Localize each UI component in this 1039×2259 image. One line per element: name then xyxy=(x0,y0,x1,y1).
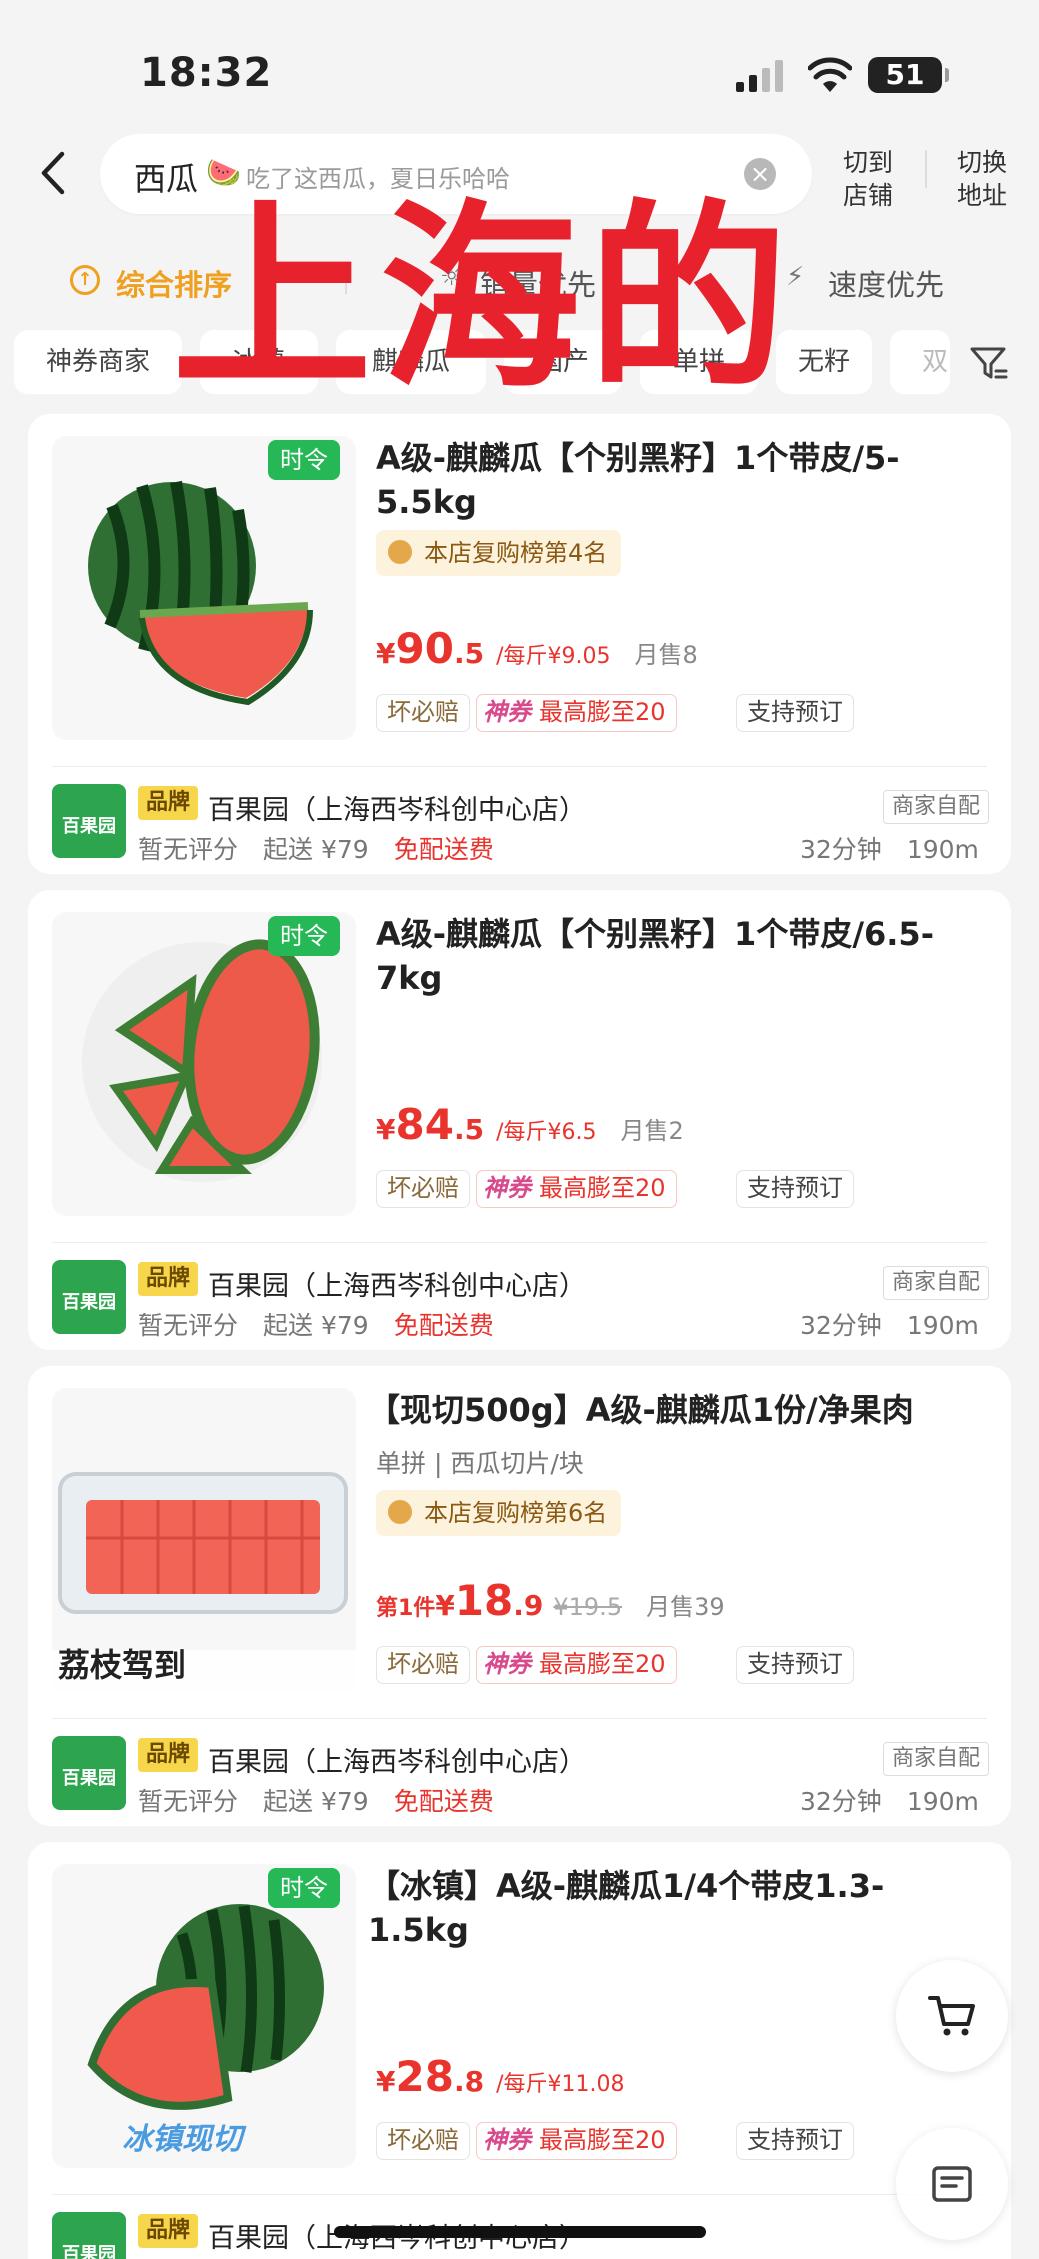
delivery-type-badge: 商家自配 xyxy=(883,1742,990,1776)
brand-badge: 品牌 xyxy=(138,2214,199,2248)
scan-button[interactable] xyxy=(896,2128,1008,2240)
cart-icon xyxy=(928,1996,975,2036)
product-title: 【现切500g】A级-麒麟瓜1份/净果肉 xyxy=(368,1391,914,1429)
store-name[interactable]: 百果园（上海西岑科创中心店） xyxy=(208,1264,586,1303)
delivery-type-badge: 商家自配 xyxy=(883,1266,990,1300)
cart-button[interactable] xyxy=(896,1960,1008,2072)
price-decimal: .9 xyxy=(513,1589,544,1622)
preorder-tag: 支持预订 xyxy=(736,694,854,732)
guarantee-tag: 坏必赔 xyxy=(376,694,470,732)
coupon-tag: 神券 最高膨至20 xyxy=(476,1170,677,1208)
unit-price: /每斤¥11.08 xyxy=(496,2072,625,2097)
unit-price: /每斤¥9.05 xyxy=(496,644,611,669)
price-integer: 18 xyxy=(454,1576,514,1625)
product-card[interactable]: 冰镇现切 时令 【冰镇】A级-麒麟瓜1/4个带皮1.3-1.5kg ¥28.8/… xyxy=(28,1842,1011,2259)
product-title: A级-麒麟瓜【个别黑籽】1个带皮/5-5.5kg xyxy=(376,439,900,521)
seasonal-badge: 时令 xyxy=(268,1868,340,1908)
price-row: ¥28.8/每斤¥11.08 xyxy=(376,2052,625,2101)
guarantee-tag: 坏必赔 xyxy=(376,2122,470,2160)
price-row: ¥84.5/每斤¥6.5 月售2 xyxy=(376,1100,684,1149)
to-store-button[interactable]: 切到 店铺 xyxy=(836,146,900,212)
product-image xyxy=(52,436,356,740)
price-row: ¥90.5/每斤¥9.05 月售8 xyxy=(376,624,698,673)
repurchase-rank-badge: 本店复购榜第4名 xyxy=(376,530,622,576)
store-meta: 暂无评分 起送 ¥79 免配送费 xyxy=(138,1787,494,1816)
monthly-sales: 月售39 xyxy=(646,1593,725,1621)
price-row: 第1件¥18.9 ¥19.5 月售39 xyxy=(376,1576,725,1625)
first-item-label: 第1件 xyxy=(376,1596,436,1621)
brand-badge: 品牌 xyxy=(138,786,199,820)
divider xyxy=(52,1242,987,1243)
price-decimal: .8 xyxy=(453,2065,485,2098)
store-logo: 百果园 xyxy=(52,2212,126,2259)
store-meta: 暂无评分 起送 ¥79 免配送费 xyxy=(138,835,494,864)
repurchase-rank-badge: 本店复购榜第6名 xyxy=(376,1490,622,1536)
price-integer: 28 xyxy=(395,2052,454,2101)
coupon-tag: 神券 最高膨至20 xyxy=(476,694,677,732)
product-card[interactable]: 时令 A级-麒麟瓜【个别黑籽】1个带皮/6.5-7kg ¥84.5/每斤¥6.5… xyxy=(28,890,1011,1350)
switch-address-button[interactable]: 切换 地址 xyxy=(950,146,1014,212)
sort-up-icon: ↑ xyxy=(70,265,100,295)
brand-badge: 品牌 xyxy=(138,1738,199,1772)
seasonal-badge: 时令 xyxy=(268,916,340,956)
wifi-icon xyxy=(808,57,852,92)
guarantee-tag: 坏必赔 xyxy=(376,1170,470,1208)
eta-distance: 32分钟 190m xyxy=(800,835,979,864)
store-logo: 百果园 xyxy=(52,784,126,858)
eta-distance: 32分钟 190m xyxy=(800,1311,979,1340)
product-image: 冰镇现切 xyxy=(52,1864,356,2168)
preorder-tag: 支持预订 xyxy=(736,1646,854,1684)
unit-price: /每斤¥6.5 xyxy=(496,1120,597,1145)
price-decimal: .5 xyxy=(453,1113,485,1146)
filter-icon[interactable] xyxy=(968,343,1008,383)
promo-text: 荔枝驾到 xyxy=(58,1646,187,1684)
coupon-tag: 神券 最高膨至20 xyxy=(476,2122,677,2160)
store-logo: 百果园 xyxy=(52,1736,126,1810)
overlay-caption: 上海的 xyxy=(172,183,797,416)
filter-chip[interactable]: 神券商家 xyxy=(14,330,182,394)
signal-icon xyxy=(736,60,783,92)
coupon-tag: 神券 最高膨至20 xyxy=(476,1646,677,1684)
status-time: 18:32 xyxy=(140,50,273,96)
battery-indicator: 51 xyxy=(868,57,949,93)
price-decimal: .5 xyxy=(453,637,485,670)
back-icon[interactable] xyxy=(36,150,72,196)
divider xyxy=(925,150,927,188)
scan-icon xyxy=(932,2166,972,2202)
divider xyxy=(52,766,987,767)
preorder-tag: 支持预订 xyxy=(736,2122,854,2160)
product-card[interactable]: 荔枝驾到 【现切500g】A级-麒麟瓜1份/净果肉 单拼 | 西瓜切片/块 本店… xyxy=(28,1366,1011,1826)
brand-badge: 品牌 xyxy=(138,1262,199,1296)
divider xyxy=(52,1718,987,1719)
promo-text: 冰镇现切 xyxy=(122,2122,242,2157)
home-indicator xyxy=(334,2226,706,2238)
store-name[interactable]: 百果园（上海西岑科创中心店） xyxy=(208,788,586,827)
screen: { "status": {"time": "18:32", "battery":… xyxy=(0,0,1039,2259)
price-integer: 84 xyxy=(395,1100,454,1149)
product-card[interactable]: 时令 A级-麒麟瓜【个别黑籽】1个带皮/5-5.5kg 本店复购榜第4名 ¥90… xyxy=(28,414,1011,874)
price-integer: 90 xyxy=(395,624,454,673)
seasonal-badge: 时令 xyxy=(268,440,340,480)
store-name[interactable]: 百果园（上海西岑科创中心店） xyxy=(208,1740,586,1779)
delivery-type-badge: 商家自配 xyxy=(883,790,990,824)
store-meta: 暂无评分 起送 ¥79 免配送费 xyxy=(138,1311,494,1340)
product-image xyxy=(52,912,356,1216)
monthly-sales: 月售8 xyxy=(634,641,698,669)
store-logo: 百果园 xyxy=(52,1260,126,1334)
product-title: A级-麒麟瓜【个别黑籽】1个带皮/6.5-7kg xyxy=(376,915,934,997)
preorder-tag: 支持预订 xyxy=(736,1170,854,1208)
sort-speed[interactable]: 速度优先 xyxy=(828,262,944,304)
guarantee-tag: 坏必赔 xyxy=(376,1646,470,1684)
product-image: 荔枝驾到 xyxy=(52,1388,356,1692)
original-price: ¥19.5 xyxy=(553,1593,623,1621)
eta-distance: 32分钟 190m xyxy=(800,1787,979,1816)
product-subtitle: 单拼 | 西瓜切片/块 xyxy=(376,1449,584,1478)
product-title: 【冰镇】A级-麒麟瓜1/4个带皮1.3-1.5kg xyxy=(368,1867,885,1949)
monthly-sales: 月售2 xyxy=(620,1117,684,1145)
divider xyxy=(52,2194,987,2195)
filter-chip[interactable]: 双 xyxy=(890,330,950,394)
